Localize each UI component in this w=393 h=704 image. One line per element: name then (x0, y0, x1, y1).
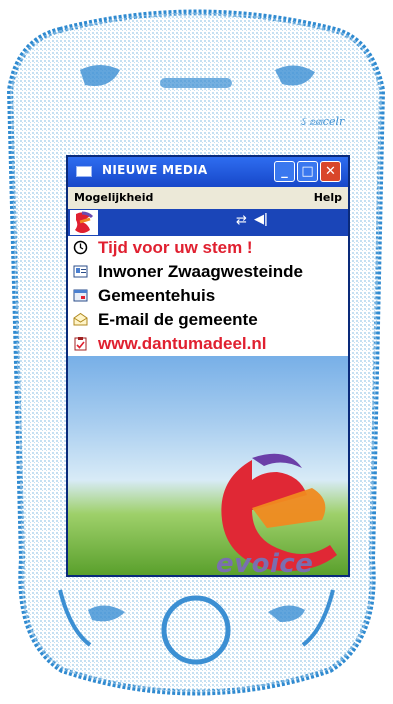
connectivity-icon[interactable]: ⇄ (236, 213, 247, 228)
window-title: NIEUWE MEDIA (102, 163, 208, 177)
minimize-button[interactable]: _ (274, 161, 295, 182)
device-brand: ઽ ஊcelr (300, 115, 345, 128)
envelope-icon (73, 312, 88, 326)
maximize-button[interactable]: □ (297, 161, 318, 182)
phone-screen: NIEUWE MEDIA _ □ ✕ Mogelijkheid Help ⇄ ◀… (66, 155, 350, 577)
list-item[interactable]: Tijd voor uw stem ! (68, 236, 348, 260)
window-titlebar: NIEUWE MEDIA _ □ ✕ (68, 157, 348, 187)
menubar: Mogelijkheid Help (68, 187, 348, 209)
evoice-wordmark: evoice (216, 549, 314, 577)
window-icon (76, 166, 92, 177)
app-logo-icon[interactable] (70, 210, 98, 235)
menu-list: Tijd voor uw stem ! Inwoner Zwaagwestein… (68, 236, 348, 356)
list-item[interactable]: E-mail de gemeente (68, 308, 348, 332)
list-item-label: Inwoner Zwaagwesteinde (98, 262, 303, 281)
list-item-label: www.dantumadeel.nl (98, 334, 267, 353)
toolbar: ⇄ ◀ǀ (68, 209, 348, 236)
list-item[interactable]: Inwoner Zwaagwesteinde (68, 260, 348, 284)
list-item[interactable]: Gemeentehuis (68, 284, 348, 308)
menu-help[interactable]: Help (314, 191, 342, 204)
menu-options[interactable]: Mogelijkheid (74, 191, 153, 204)
volume-icon[interactable]: ◀ǀ (254, 212, 268, 227)
clock-icon (73, 240, 88, 255)
clipboard-icon (74, 337, 87, 351)
calendar-icon (73, 289, 88, 302)
list-item-label: Tijd voor uw stem ! (98, 238, 253, 257)
list-item-label: Gemeentehuis (98, 286, 216, 305)
content-area: Tijd voor uw stem ! Inwoner Zwaagwestein… (68, 236, 348, 575)
close-button[interactable]: ✕ (320, 161, 341, 182)
list-item-label: E-mail de gemeente (98, 310, 258, 329)
list-item[interactable]: www.dantumadeel.nl (68, 332, 348, 356)
contact-card-icon (73, 265, 88, 278)
